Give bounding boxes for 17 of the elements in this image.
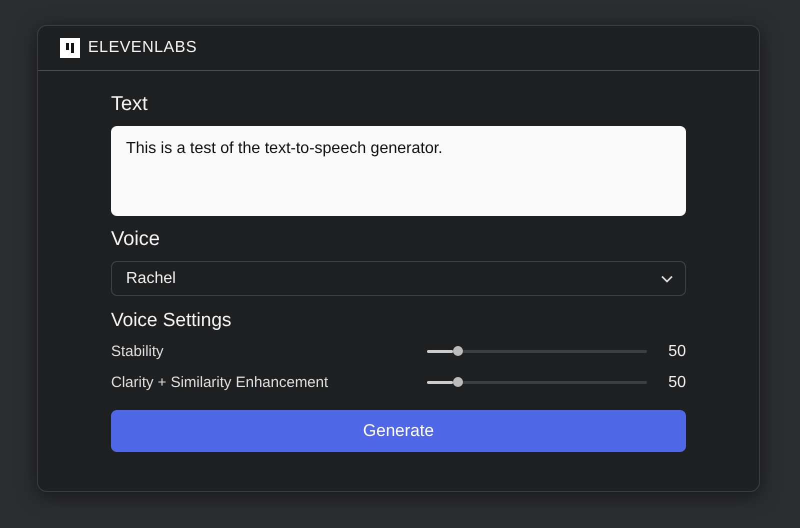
brand-name: ELEVENLABS — [88, 39, 198, 57]
settings-title: Voice Settings — [111, 310, 232, 332]
text-label: Text — [111, 93, 149, 116]
slider-fill — [427, 350, 453, 353]
logo-icon — [60, 38, 80, 58]
slider-label: Stability — [111, 343, 165, 360]
slider-fill — [427, 381, 453, 384]
slider-value: 50 — [667, 374, 686, 392]
slider-value: 50 — [667, 342, 686, 360]
generate-button[interactable]: Generate — [111, 410, 686, 452]
text-input-field[interactable]: This is a test of the text-to-speech generator. — [111, 126, 686, 216]
slider-thumb[interactable] — [452, 377, 463, 387]
slider-thumb[interactable] — [452, 346, 463, 356]
chevron-down-icon — [661, 274, 673, 282]
voice-label: Voice — [111, 228, 161, 251]
slider-label: Clarity + Similarity Enhancement — [111, 374, 330, 391]
voice-dropdown[interactable]: Rachel — [111, 261, 686, 296]
